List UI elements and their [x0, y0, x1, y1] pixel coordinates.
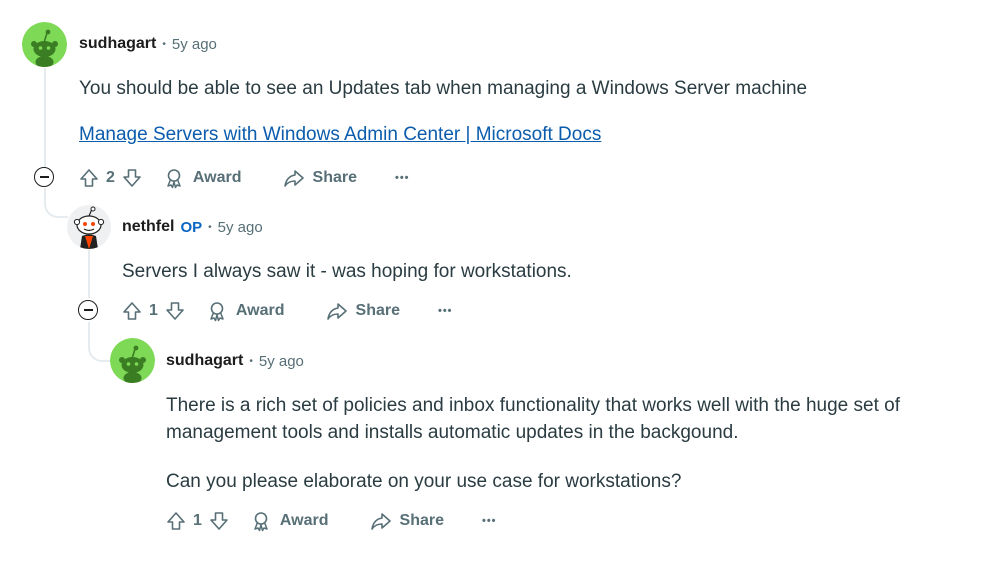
share-button[interactable]: Share	[325, 300, 400, 322]
separator: •	[208, 221, 212, 233]
op-badge: OP	[180, 218, 203, 236]
timestamp[interactable]: 5y ago	[259, 353, 304, 370]
snoo-avatar-icon	[22, 22, 67, 67]
award-icon	[210, 302, 224, 322]
thread-connector	[44, 188, 68, 218]
share-icon	[326, 303, 347, 320]
collapse-button[interactable]	[78, 300, 98, 320]
avatar[interactable]	[67, 205, 111, 249]
docs-link[interactable]: Manage Servers with Windows Admin Center…	[79, 124, 601, 146]
upvote-icon[interactable]	[78, 167, 100, 189]
thread-connector	[88, 322, 112, 362]
share-icon	[283, 170, 304, 187]
share-button[interactable]: Share	[369, 510, 444, 532]
more-icon: •••	[481, 515, 497, 527]
comment-header: nethfel OP • 5y ago	[122, 218, 263, 236]
avatar[interactable]	[22, 22, 67, 67]
vote-count: 1	[149, 302, 158, 319]
upvote-icon[interactable]	[121, 300, 143, 322]
action-row: 2 Award Share •••	[78, 163, 410, 193]
snoo-avatar-icon	[67, 205, 111, 249]
minus-icon	[83, 309, 93, 311]
more-options-button[interactable]: •••	[395, 172, 410, 184]
downvote-icon[interactable]	[164, 300, 186, 322]
comment-header: sudhagart • 5y ago	[79, 35, 217, 53]
more-icon: •••	[437, 305, 453, 317]
more-icon: •••	[394, 172, 410, 184]
action-row: 1 Award Share •••	[121, 296, 453, 326]
username[interactable]: nethfel	[122, 218, 174, 236]
timestamp[interactable]: 5y ago	[172, 36, 217, 53]
award-button[interactable]: Award	[163, 167, 242, 189]
upvote-icon[interactable]	[165, 510, 187, 532]
comment-body-line: Can you please elaborate on your use cas…	[166, 471, 682, 492]
downvote-icon[interactable]	[121, 167, 143, 189]
comment-body-line: management tools and installs automatic …	[166, 422, 739, 443]
share-button[interactable]: Share	[282, 167, 357, 189]
timestamp[interactable]: 5y ago	[218, 219, 263, 236]
share-label: Share	[355, 302, 400, 319]
share-label: Share	[312, 169, 357, 186]
minus-icon	[39, 176, 49, 178]
vote-count: 1	[193, 512, 202, 529]
more-options-button[interactable]: •••	[482, 515, 497, 527]
separator: •	[249, 355, 253, 367]
comment-body: Servers I always saw it - was hoping for…	[122, 261, 572, 282]
action-row: 1 Award Share •••	[165, 506, 497, 536]
award-label: Award	[192, 169, 242, 186]
more-options-button[interactable]: •••	[438, 305, 453, 317]
thread-line	[44, 68, 46, 168]
vote-count: 2	[106, 169, 115, 186]
award-button[interactable]: Award	[250, 510, 329, 532]
username[interactable]: sudhagart	[79, 35, 156, 53]
comment-body-line: There is a rich set of policies and inbo…	[166, 395, 900, 416]
username[interactable]: sudhagart	[166, 352, 243, 370]
award-button[interactable]: Award	[206, 300, 285, 322]
award-label: Award	[279, 512, 329, 529]
award-icon	[254, 512, 268, 532]
comment-header: sudhagart • 5y ago	[166, 352, 304, 370]
collapse-button[interactable]	[34, 167, 54, 187]
separator: •	[162, 38, 166, 50]
award-label: Award	[235, 302, 285, 319]
thread-line	[88, 250, 90, 298]
comment-body: You should be able to see an Updates tab…	[79, 78, 808, 99]
avatar[interactable]	[110, 338, 155, 383]
share-icon	[370, 513, 391, 530]
award-icon	[167, 169, 181, 189]
snoo-avatar-icon	[110, 338, 155, 383]
downvote-icon[interactable]	[208, 510, 230, 532]
share-label: Share	[399, 512, 444, 529]
